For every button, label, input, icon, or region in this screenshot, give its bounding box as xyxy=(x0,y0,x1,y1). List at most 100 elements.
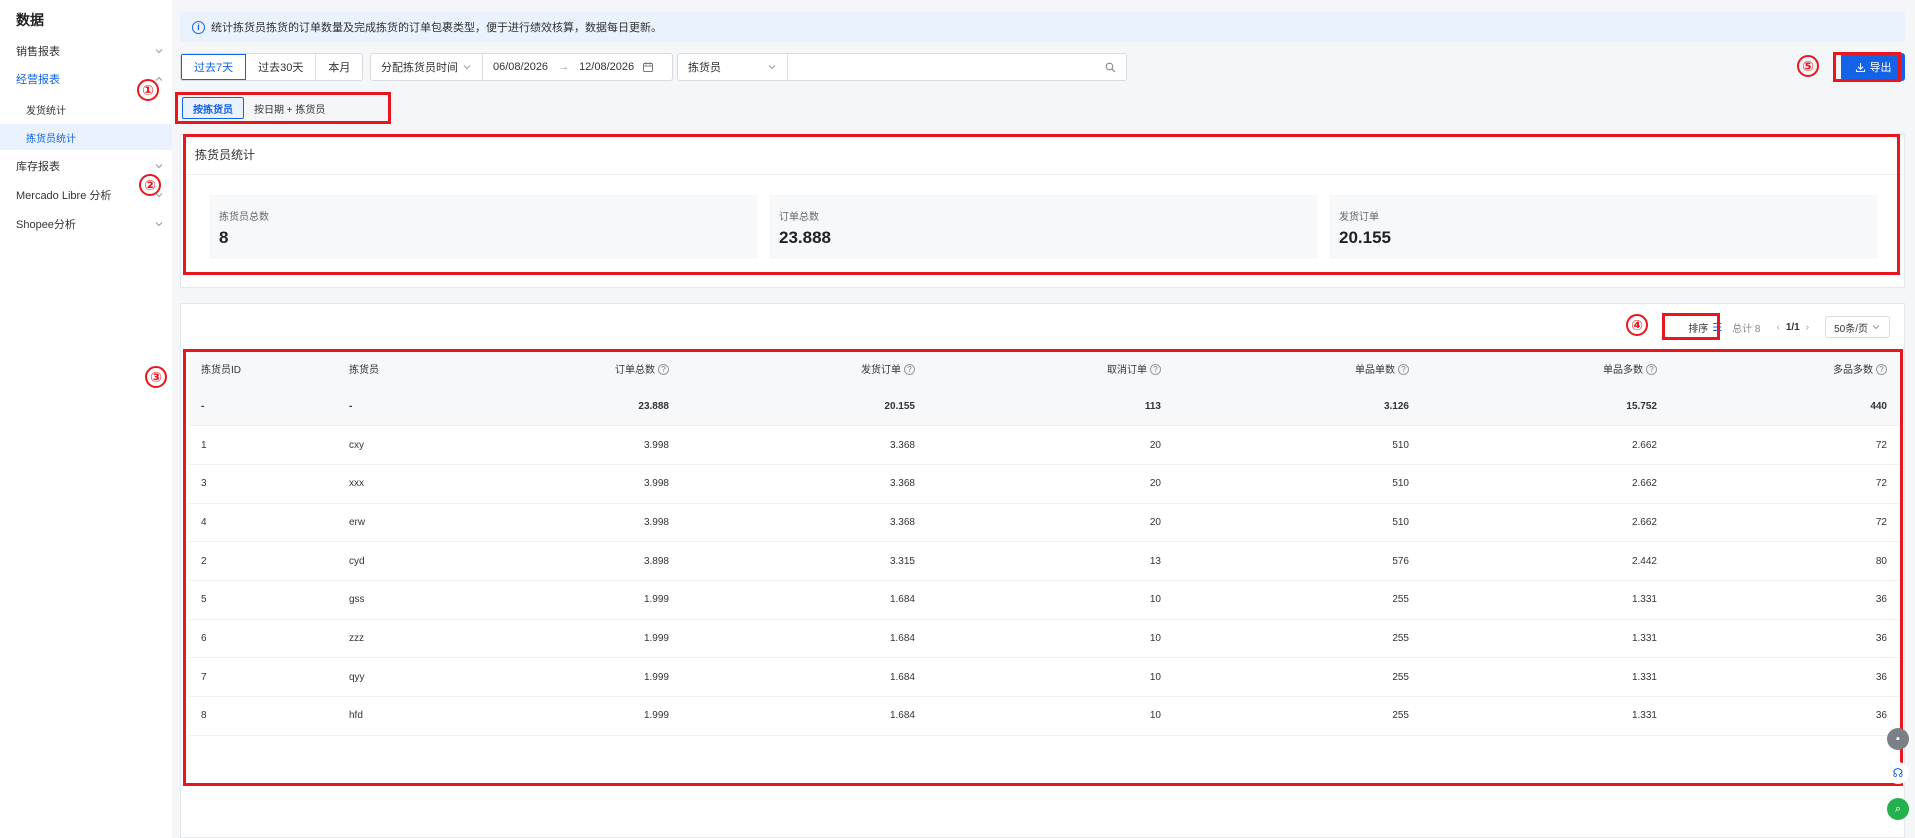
sidebar-item-label: Mercado Libre 分析 xyxy=(16,190,112,202)
sidebar-item-inventory-report[interactable]: 库存报表 xyxy=(16,155,164,177)
cell-picker-name: - xyxy=(337,387,485,427)
col-header-total-orders[interactable]: 订单总数? xyxy=(485,349,681,387)
cell-multi-item-multi: 440 xyxy=(1669,387,1899,427)
cell-cancelled-orders: 113 xyxy=(927,387,1173,427)
cell-total-orders: 3.998 xyxy=(485,503,681,543)
pagination-current: 1/1 xyxy=(1785,321,1800,333)
pagination-total: 总计 8 xyxy=(1732,323,1761,335)
help-icon[interactable]: ? xyxy=(1646,364,1657,376)
range-this-month-button[interactable]: 本月 xyxy=(316,54,363,80)
prev-page-icon[interactable]: ‹ xyxy=(1777,322,1780,333)
header-label: 拣货员ID xyxy=(201,364,241,376)
cell-multi-item-multi: 36 xyxy=(1669,657,1899,697)
date-start-input[interactable]: 06/08/2026 xyxy=(493,61,548,73)
cell-picker-id: 3 xyxy=(189,464,337,504)
picker-table-card: 排序 ☰ 总计 8 ‹ 1/1 › 50条/页 拣货员ID 拣货员 订单总数? xyxy=(180,303,1905,838)
info-icon: i xyxy=(192,20,205,34)
col-header-single-item-multi[interactable]: 单品多数? xyxy=(1421,349,1669,387)
sidebar-subitem-picker-stats[interactable]: 拣货员统计 xyxy=(0,124,172,150)
cell-multi-item-multi: 36 xyxy=(1669,696,1899,736)
col-header-picker-id[interactable]: 拣货员ID xyxy=(189,349,337,387)
col-header-cancelled-orders[interactable]: 取消订单? xyxy=(927,349,1173,387)
cell-multi-item-multi: 36 xyxy=(1669,580,1899,620)
chat-icon[interactable]: ▪ xyxy=(1887,728,1909,750)
cell-cancelled-orders: 10 xyxy=(927,619,1173,659)
cell-total-orders: 1.999 xyxy=(485,580,681,620)
cell-single-item-single: 255 xyxy=(1173,696,1421,736)
cell-cancelled-orders: 10 xyxy=(927,580,1173,620)
sort-label: 排序 xyxy=(1688,323,1709,335)
range-7-days-button[interactable]: 过去7天 xyxy=(181,54,247,80)
cell-picker-name: gss xyxy=(337,580,485,620)
help-icon[interactable]: ? xyxy=(1150,364,1161,376)
cell-single-item-single: 3.126 xyxy=(1173,387,1421,427)
sidebar-subitem-label: 发货统计 xyxy=(26,105,66,117)
col-header-shipped-orders[interactable]: 发货订单? xyxy=(681,349,927,387)
tab-by-picker[interactable]: 按拣货员 xyxy=(182,97,244,119)
chevron-down-icon xyxy=(768,65,776,70)
search-icon[interactable] xyxy=(1105,62,1116,73)
support-icon[interactable]: ☊ xyxy=(1887,762,1909,784)
cell-picker-id: 4 xyxy=(189,503,337,543)
help-icon[interactable]: ? xyxy=(1876,364,1887,376)
cell-total-orders: 1.999 xyxy=(485,619,681,659)
sort-button[interactable]: 排序 ☰ xyxy=(1688,320,1722,335)
help-icon[interactable]: ? xyxy=(904,364,915,376)
download-icon xyxy=(1855,62,1865,72)
cell-single-item-single: 510 xyxy=(1173,464,1421,504)
stat-label: 订单总数 xyxy=(779,212,819,223)
picker-search-input[interactable] xyxy=(788,54,1126,80)
date-end-input[interactable]: 12/08/2026 xyxy=(579,61,634,73)
cell-multi-item-multi: 72 xyxy=(1669,425,1899,465)
cell-shipped-orders: 1.684 xyxy=(681,580,927,620)
cell-picker-id: 8 xyxy=(189,696,337,736)
sidebar-item-label: 销售报表 xyxy=(16,46,60,58)
stat-total-orders: 订单总数 23.888 xyxy=(769,195,1317,259)
cell-picker-id: 2 xyxy=(189,541,337,581)
page-size-select[interactable]: 50条/页 xyxy=(1825,316,1890,338)
chevron-down-icon xyxy=(1872,325,1880,330)
cell-shipped-orders: 1.684 xyxy=(681,619,927,659)
cell-picker-id: - xyxy=(189,387,337,427)
table-row: 4 erw 3.998 3.368 20 510 2.662 72 xyxy=(189,503,1899,543)
help-icon[interactable]: ? xyxy=(658,364,669,376)
cell-picker-name: zzz xyxy=(337,619,485,659)
cell-shipped-orders: 3.368 xyxy=(681,503,927,543)
picker-select[interactable]: 拣货员 xyxy=(678,54,788,80)
range-30-days-button[interactable]: 过去30天 xyxy=(246,54,317,80)
sidebar-item-shopee[interactable]: Shopee分析 xyxy=(16,213,164,235)
table-row: 7 qyy 1.999 1.684 10 255 1.331 36 xyxy=(189,657,1899,697)
stat-value: 20.155 xyxy=(1339,228,1391,247)
next-page-icon[interactable]: › xyxy=(1806,322,1809,333)
annotation-marker-4: ④ xyxy=(1626,314,1648,336)
cell-total-orders: 1.999 xyxy=(485,657,681,697)
table-tools: 排序 ☰ 总计 8 ‹ 1/1 › 50条/页 xyxy=(1688,316,1890,338)
calendar-icon[interactable] xyxy=(642,61,654,73)
cell-picker-name: xxx xyxy=(337,464,485,504)
col-header-picker[interactable]: 拣货员 xyxy=(337,349,485,387)
cell-shipped-orders: 1.684 xyxy=(681,657,927,697)
cell-total-orders: 23.888 xyxy=(485,387,681,427)
col-header-multi-item-multi[interactable]: 多品多数? xyxy=(1669,349,1899,387)
export-button[interactable]: 导出 xyxy=(1841,53,1905,81)
help-icon[interactable]: ? xyxy=(1398,364,1409,376)
search-float-icon[interactable]: ⌕ xyxy=(1887,798,1909,820)
page-size-label: 50条/页 xyxy=(1834,323,1868,335)
header-label: 订单总数 xyxy=(615,364,655,376)
sidebar-item-sales-report[interactable]: 销售报表 xyxy=(16,40,164,62)
export-label: 导出 xyxy=(1869,62,1892,74)
time-type-select[interactable]: 分配拣货员时间 xyxy=(371,54,483,80)
cell-shipped-orders: 3.315 xyxy=(681,541,927,581)
header-label: 拣货员 xyxy=(349,364,379,376)
picker-stats-card: 拣货员统计 拣货员总数 8 订单总数 23.888 发货订单 20.155 xyxy=(180,134,1905,288)
cell-shipped-orders: 3.368 xyxy=(681,464,927,504)
cell-total-orders: 1.999 xyxy=(485,696,681,736)
cell-single-item-multi: 15.752 xyxy=(1421,387,1669,427)
col-header-single-item-single[interactable]: 单品单数? xyxy=(1173,349,1421,387)
picker-select-label: 拣货员 xyxy=(688,62,721,74)
cell-single-item-single: 255 xyxy=(1173,580,1421,620)
tab-by-date-and-picker[interactable]: 按日期 + 拣货员 xyxy=(244,97,335,119)
cell-picker-name: cyd xyxy=(337,541,485,581)
header-label: 单品单数 xyxy=(1355,364,1395,376)
cell-cancelled-orders: 20 xyxy=(927,503,1173,543)
